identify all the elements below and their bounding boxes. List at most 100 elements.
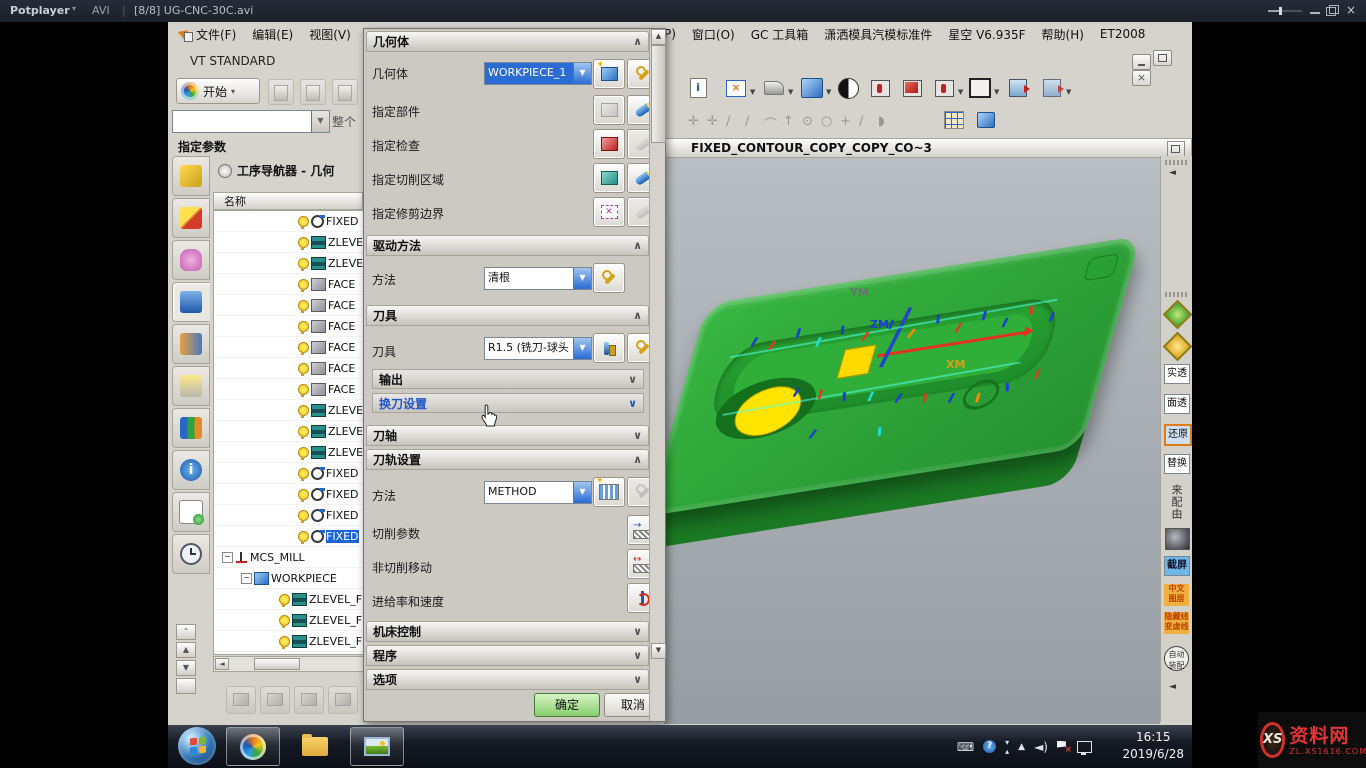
clock[interactable]: 16:15 2019/6/28 xyxy=(1122,729,1184,763)
collapse-left-icon[interactable]: ◄ xyxy=(1169,682,1176,692)
chevron-down-icon[interactable]: ▼ xyxy=(1066,88,1071,96)
chevron-up-icon[interactable]: ∧ xyxy=(633,453,642,466)
clock-tab[interactable] xyxy=(172,534,210,574)
open-file-icon[interactable] xyxy=(300,79,326,105)
combo-arrow-icon[interactable]: ▼ xyxy=(573,482,591,503)
collapse-left-icon[interactable]: ◄ xyxy=(1169,168,1176,178)
network-icon[interactable] xyxy=(1077,741,1092,753)
menu-item[interactable]: 帮助(H) xyxy=(1042,26,1084,43)
snap-tool-icon[interactable]: ◗ xyxy=(878,114,885,129)
restore-display-button[interactable]: 还原 xyxy=(1164,424,1192,446)
select-part-button[interactable] xyxy=(593,95,625,125)
output-subsection[interactable]: 输出∨ xyxy=(372,369,644,389)
potplayer-brand[interactable]: Potplayer xyxy=(10,4,70,17)
snap-tool-icon[interactable]: ∕ xyxy=(745,114,749,129)
tree-row[interactable]: ZLEVEL_F xyxy=(279,631,362,652)
section-drive-method[interactable]: 驱动方法∧ xyxy=(366,235,649,256)
machine-tool-view-tab[interactable] xyxy=(172,198,210,238)
scroll-down-icon[interactable]: ▼ xyxy=(651,643,666,659)
ok-button[interactable]: 确定 xyxy=(534,693,600,717)
machining-library-tab[interactable] xyxy=(172,324,210,364)
tree-row[interactable]: FACE xyxy=(298,274,355,295)
speaker-icon[interactable]: ◄) xyxy=(1034,740,1048,754)
tree-row[interactable]: ZLEVE xyxy=(298,232,363,253)
chevron-up-icon[interactable]: ∧ xyxy=(633,309,642,322)
tool-combo[interactable]: R1.5 (铣刀-球头 ▼ xyxy=(484,337,592,360)
combo-arrow-icon[interactable]: ▼ xyxy=(573,63,591,84)
new-method-button[interactable] xyxy=(593,477,625,507)
new-file-icon[interactable] xyxy=(268,79,294,105)
vertical-label-button[interactable]: 来配由 xyxy=(1168,484,1184,520)
chevron-up-icon[interactable]: ∧ xyxy=(633,239,642,252)
taskbar-image-viewer-button[interactable] xyxy=(350,727,404,766)
keyboard-icon[interactable]: ⌨ xyxy=(957,740,974,754)
restore-icon[interactable] xyxy=(1167,141,1185,157)
chevron-up-icon[interactable]: ∧ xyxy=(633,35,642,48)
tree-row[interactable]: FIXED xyxy=(298,463,359,484)
chinese-layer-button[interactable]: 中文图层 xyxy=(1164,584,1189,606)
menu-item[interactable]: GC 工具箱 xyxy=(751,26,809,43)
edit-drive-method-button[interactable] xyxy=(593,263,625,293)
scroll-down-icon[interactable]: ▼ xyxy=(176,660,196,676)
snap-tool-icon[interactable]: ○ xyxy=(821,114,832,129)
information-icon[interactable]: i xyxy=(686,76,710,100)
section-path-settings[interactable]: 刀轨设置∧ xyxy=(366,449,649,470)
chevron-down-icon[interactable]: ▼ xyxy=(750,88,755,96)
tree-row[interactable]: −WORKPIECE xyxy=(241,568,337,589)
geometry-combo[interactable]: WORKPIECE_1 ▼ xyxy=(484,62,592,85)
dialog-scrollbar[interactable]: ▲ ▼ xyxy=(649,29,665,721)
scroll-top-icon[interactable]: ⌃ xyxy=(176,624,196,640)
child-restore-icon[interactable] xyxy=(1153,50,1172,66)
action-center-flag-icon[interactable] xyxy=(1057,741,1068,753)
chevron-down-icon[interactable]: ∨ xyxy=(633,649,642,662)
tray-expand-icon[interactable]: ▾▴ xyxy=(1005,738,1009,756)
snap-tool-icon[interactable]: ∕ xyxy=(726,114,730,129)
section-tool-axis[interactable]: 刀轴∨ xyxy=(366,425,649,446)
tree-row[interactable]: FACE xyxy=(298,295,355,316)
shaded-view-icon[interactable] xyxy=(800,76,824,100)
menu-item[interactable]: ET2008 xyxy=(1100,27,1145,41)
volume-slider[interactable] xyxy=(1268,10,1302,12)
select-check-button[interactable] xyxy=(593,129,625,159)
name-column-header[interactable]: 名称 xyxy=(213,192,363,210)
auto-assemble-button[interactable]: 自动装配 xyxy=(1164,646,1189,671)
section-geometry[interactable]: 几何体∧ xyxy=(366,31,649,52)
restore-icon[interactable] xyxy=(1326,7,1336,16)
toolchange-subsection[interactable]: 换刀设置∨ xyxy=(372,393,644,413)
chevron-down-icon[interactable]: ▼ xyxy=(994,88,999,96)
chevron-down-icon[interactable]: ▼ xyxy=(788,88,793,96)
solid-transparent-button[interactable]: 实透 xyxy=(1164,364,1190,384)
scroll-box-icon[interactable] xyxy=(176,678,196,694)
path-method-combo[interactable]: METHOD ▼ xyxy=(484,481,592,504)
tree-row[interactable]: FIXED xyxy=(298,484,359,505)
snap-tool-icon[interactable]: ✛ xyxy=(688,114,699,129)
tree-row[interactable]: FACE xyxy=(298,358,355,379)
tree-row[interactable]: ZLEVE xyxy=(298,442,363,463)
tool-view-tab[interactable] xyxy=(172,282,210,322)
green-diamond-icon[interactable] xyxy=(1163,300,1192,330)
expander-icon[interactable]: − xyxy=(222,552,233,563)
snap-tool-icon[interactable]: ∕ xyxy=(859,114,863,129)
chevron-down-icon[interactable]: ∨ xyxy=(628,397,637,410)
snap-tool-icon[interactable]: + xyxy=(840,114,851,129)
assembly-tool-icon[interactable] xyxy=(226,686,256,714)
section-program[interactable]: 程序∨ xyxy=(366,645,649,666)
tree-row[interactable]: ZLEVE xyxy=(298,421,363,442)
combo-arrow-icon[interactable]: ▼ xyxy=(311,111,329,132)
tree-row[interactable]: FIXED xyxy=(298,505,359,526)
menu-item[interactable]: 编辑(E) xyxy=(252,26,293,43)
expander-icon[interactable]: − xyxy=(241,573,252,584)
report-tab[interactable] xyxy=(172,492,210,532)
info-tab[interactable]: i xyxy=(172,450,210,490)
tree-row[interactable]: FACE xyxy=(298,337,355,358)
help-icon[interactable]: ? xyxy=(983,740,996,753)
select-trim-button[interactable]: ✕ xyxy=(593,197,625,227)
minimize-icon[interactable] xyxy=(1310,12,1320,14)
start-button[interactable]: 开始 ▾ xyxy=(176,78,260,104)
menu-item[interactable]: 视图(V) xyxy=(309,26,351,43)
program-order-view-tab[interactable] xyxy=(172,156,210,196)
scroll-up-icon[interactable]: ▲ xyxy=(651,29,666,45)
close-icon[interactable]: × xyxy=(1346,5,1356,15)
tree-row[interactable]: ZLEVEL_F xyxy=(279,589,362,610)
section-tool[interactable]: 刀具∧ xyxy=(366,305,649,326)
